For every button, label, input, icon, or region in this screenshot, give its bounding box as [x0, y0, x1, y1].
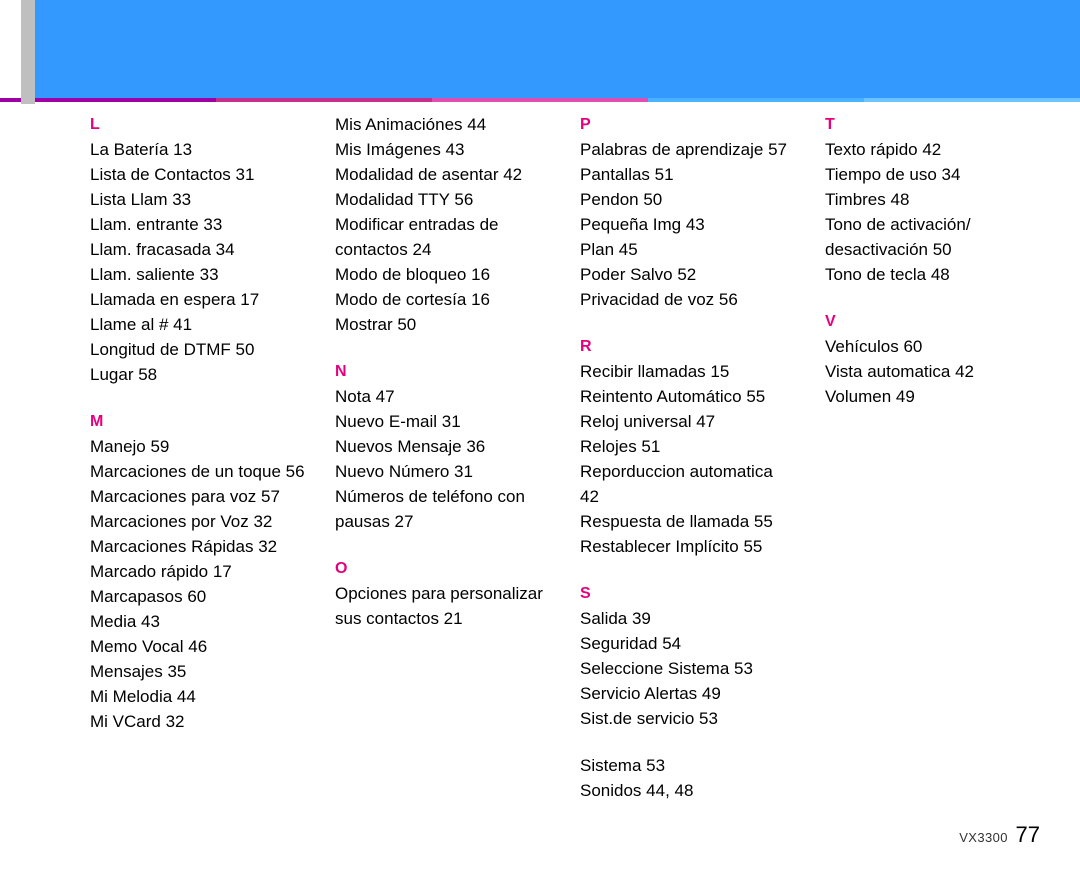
index-entry: Modo de bloqueo 16 — [335, 262, 550, 287]
index-entry: Marcaciones para voz 57 — [90, 484, 305, 509]
index-entry: Mis Animaciónes 44 — [335, 112, 550, 137]
accent-line — [0, 98, 1080, 102]
index-letter-l: L — [90, 112, 305, 137]
index-section-cont: Sistema 53Sonidos 44, 48 — [580, 753, 795, 803]
index-entry: Marcaciones Rápidas 32 — [90, 534, 305, 559]
page-footer: VX3300 77 — [959, 822, 1040, 848]
index-letter-t: T — [825, 112, 1040, 137]
index-entry: Lugar 58 — [90, 362, 305, 387]
index-entry: Seguridad 54 — [580, 631, 795, 656]
index-entry: Lista de Contactos 31 — [90, 162, 305, 187]
index-entry: Marcaciones por Voz 32 — [90, 509, 305, 534]
index-entry: Modalidad de asentar 42 — [335, 162, 550, 187]
header-gutter-tail — [21, 98, 35, 104]
index-entry: Longitud de DTMF 50 — [90, 337, 305, 362]
index-entry: Timbres 48 — [825, 187, 1040, 212]
index-section-s: SSalida 39Seguridad 54Seleccione Sistema… — [580, 581, 795, 731]
index-entry: Salida 39 — [580, 606, 795, 631]
index-entry: Vehículos 60 — [825, 334, 1040, 359]
index-entry: Plan 45 — [580, 237, 795, 262]
index-entry: Modalidad TTY 56 — [335, 187, 550, 212]
index-section-t: TTexto rápido 42Tiempo de uso 34Timbres … — [825, 112, 1040, 287]
index-entry: Tono de tecla 48 — [825, 262, 1040, 287]
index-content: LLa Batería 13Lista de Contactos 31Lista… — [90, 112, 1040, 812]
header-band — [0, 0, 1080, 98]
index-entry: Nuevo Número 31 — [335, 459, 550, 484]
index-entry: Pendon 50 — [580, 187, 795, 212]
index-section-v: VVehículos 60Vista automatica 42Volumen … — [825, 309, 1040, 409]
index-entry: Pantallas 51 — [580, 162, 795, 187]
index-entry: Nuevos Mensaje 36 — [335, 434, 550, 459]
index-letter-n: N — [335, 359, 550, 384]
index-letter-v: V — [825, 309, 1040, 334]
index-entry: Vista automatica 42 — [825, 359, 1040, 384]
index-entry: Respuesta de llamada 55 — [580, 509, 795, 534]
index-entry: Nota 47 — [335, 384, 550, 409]
index-entry: Sist.de servicio 53 — [580, 706, 795, 731]
index-entry: Modo de cortesía 16 — [335, 287, 550, 312]
index-entry: Llam. saliente 33 — [90, 262, 305, 287]
index-entry: Texto rápido 42 — [825, 137, 1040, 162]
index-entry: Opciones para personalizar sus contactos… — [335, 581, 550, 631]
page: LLa Batería 13Lista de Contactos 31Lista… — [0, 0, 1080, 872]
index-entry: Poder Salvo 52 — [580, 262, 795, 287]
index-entry: Marcaciones de un toque 56 — [90, 459, 305, 484]
index-section-l: LLa Batería 13Lista de Contactos 31Lista… — [90, 112, 305, 387]
index-section-p: PPalabras de aprendizaje 57Pantallas 51P… — [580, 112, 795, 312]
index-entry: Pequeña Img 43 — [580, 212, 795, 237]
index-entry: Media 43 — [90, 609, 305, 634]
index-entry: Mostrar 50 — [335, 312, 550, 337]
page-number: 77 — [1016, 822, 1040, 847]
index-section-n: NNota 47Nuevo E-mail 31Nuevos Mensaje 36… — [335, 359, 550, 534]
index-entry: Manejo 59 — [90, 434, 305, 459]
index-entry: Marcapasos 60 — [90, 584, 305, 609]
index-entry: Memo Vocal 46 — [90, 634, 305, 659]
index-entry: Restablecer Implícito 55 — [580, 534, 795, 559]
index-entry: La Batería 13 — [90, 137, 305, 162]
index-entry: Sistema 53 — [580, 753, 795, 778]
index-entry: Servicio Alertas 49 — [580, 681, 795, 706]
index-entry: Llam. entrante 33 — [90, 212, 305, 237]
index-letter-m: M — [90, 409, 305, 434]
index-entry: Marcado rápido 17 — [90, 559, 305, 584]
index-entry: Mi VCard 32 — [90, 709, 305, 734]
index-letter-o: O — [335, 556, 550, 581]
index-entry: Mi Melodia 44 — [90, 684, 305, 709]
index-entry: Reintento Automático 55 — [580, 384, 795, 409]
index-entry: Modificar entradas de contactos 24 — [335, 212, 550, 262]
index-entry: Relojes 51 — [580, 434, 795, 459]
index-entry: Reporduccion automatica 42 — [580, 459, 795, 509]
index-entry: Nuevo E-mail 31 — [335, 409, 550, 434]
index-entry: Mis Imágenes 43 — [335, 137, 550, 162]
index-letter-r: R — [580, 334, 795, 359]
model-label: VX3300 — [959, 830, 1008, 845]
index-entry: Tono de activación/ desactivación 50 — [825, 212, 1040, 262]
index-section-m: MManejo 59Marcaciones de un toque 56Marc… — [90, 409, 305, 734]
index-letter-s: S — [580, 581, 795, 606]
index-entry: Mensajes 35 — [90, 659, 305, 684]
index-entry: Llame al # 41 — [90, 312, 305, 337]
index-entry: Volumen 49 — [825, 384, 1040, 409]
header-gutter — [0, 0, 35, 98]
index-entry: Llamada en espera 17 — [90, 287, 305, 312]
index-entry: Seleccione Sistema 53 — [580, 656, 795, 681]
index-entry: Privacidad de voz 56 — [580, 287, 795, 312]
index-entry: Números de teléfono con pausas 27 — [335, 484, 550, 534]
index-section-r: RRecibir llamadas 15Reintento Automático… — [580, 334, 795, 559]
index-entry: Lista Llam 33 — [90, 187, 305, 212]
index-section-o: OOpciones para personalizar sus contacto… — [335, 556, 550, 631]
index-entry: Palabras de aprendizaje 57 — [580, 137, 795, 162]
index-entry: Llam. fracasada 34 — [90, 237, 305, 262]
index-entry: Recibir llamadas 15 — [580, 359, 795, 384]
index-entry: Tiempo de uso 34 — [825, 162, 1040, 187]
header-blue — [35, 0, 1080, 98]
index-entry: Sonidos 44, 48 — [580, 778, 795, 803]
index-section-cont: Mis Animaciónes 44Mis Imágenes 43Modalid… — [335, 112, 550, 337]
index-entry: Reloj universal 47 — [580, 409, 795, 434]
index-letter-p: P — [580, 112, 795, 137]
